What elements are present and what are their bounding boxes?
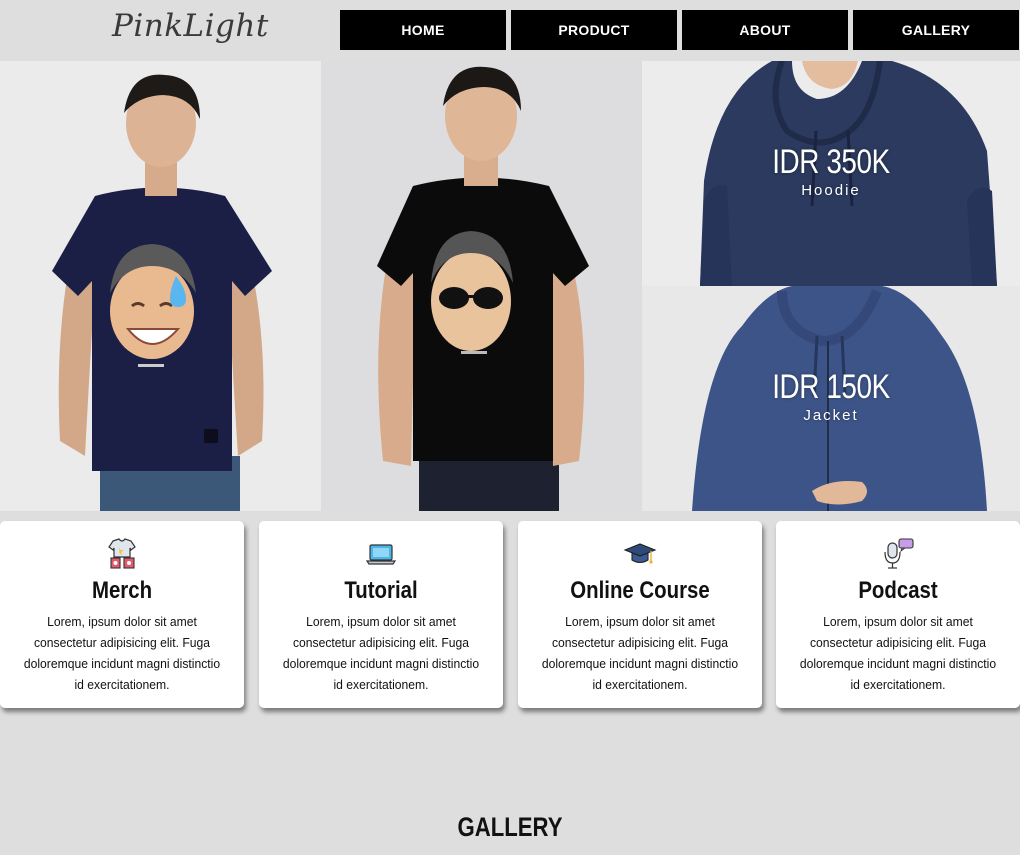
jacket-photo[interactable]: IDR 150K Jacket (642, 286, 1020, 511)
nav-product[interactable]: PRODUCT (511, 10, 677, 50)
card-description: Lorem, ipsum dolor sit amet consectetur … (282, 614, 480, 692)
site-logo[interactable]: PinkLight (112, 8, 269, 44)
hoodie-price: IDR 350K (772, 143, 890, 181)
site-header: PinkLight HOME PRODUCT ABOUT GALLERY (0, 0, 1020, 61)
nav-home[interactable]: HOME (340, 10, 506, 50)
services-section: Merch Lorem, ipsum dolor sit amet consec… (0, 521, 1020, 709)
graduation-cap-icon (623, 543, 657, 564)
card-description: Lorem, ipsum dolor sit amet consectetur … (541, 614, 739, 692)
jacket-price-block: IDR 150K Jacket (642, 368, 1020, 424)
card-title: Merch (91, 577, 153, 604)
hero-section: IDR 350K Hoodie IDR 150K Jacket (0, 61, 1020, 511)
tshirt-navy-photo[interactable] (0, 61, 321, 511)
card-title: Tutorial (344, 577, 418, 604)
merch-icon (108, 538, 136, 569)
card-podcast[interactable]: Podcast Lorem, ipsum dolor sit amet cons… (776, 521, 1020, 708)
card-merch[interactable]: Merch Lorem, ipsum dolor sit amet consec… (0, 521, 244, 708)
nav-about[interactable]: ABOUT (682, 10, 848, 50)
microphone-icon (884, 538, 914, 569)
card-description: Lorem, ipsum dolor sit amet consectetur … (799, 614, 997, 692)
main-nav: HOME PRODUCT ABOUT GALLERY (340, 10, 1019, 50)
card-title: Online Course (570, 577, 710, 604)
card-description: Lorem, ipsum dolor sit amet consectetur … (23, 614, 221, 692)
jacket-price: IDR 150K (772, 368, 890, 406)
jacket-type: Jacket (803, 407, 859, 424)
nav-gallery[interactable]: GALLERY (853, 10, 1019, 50)
laptop-icon (365, 544, 397, 565)
card-title: Podcast (858, 577, 938, 604)
tshirt-black-photo[interactable] (321, 61, 642, 511)
hoodie-price-block: IDR 350K Hoodie (642, 143, 1020, 199)
card-online-course[interactable]: Online Course Lorem, ipsum dolor sit ame… (518, 521, 762, 708)
gallery-heading: GALLERY (457, 812, 563, 842)
card-tutorial[interactable]: Tutorial Lorem, ipsum dolor sit amet con… (259, 521, 503, 708)
hoodie-type: Hoodie (801, 182, 861, 199)
hoodie-photo[interactable]: IDR 350K Hoodie (642, 61, 1020, 286)
